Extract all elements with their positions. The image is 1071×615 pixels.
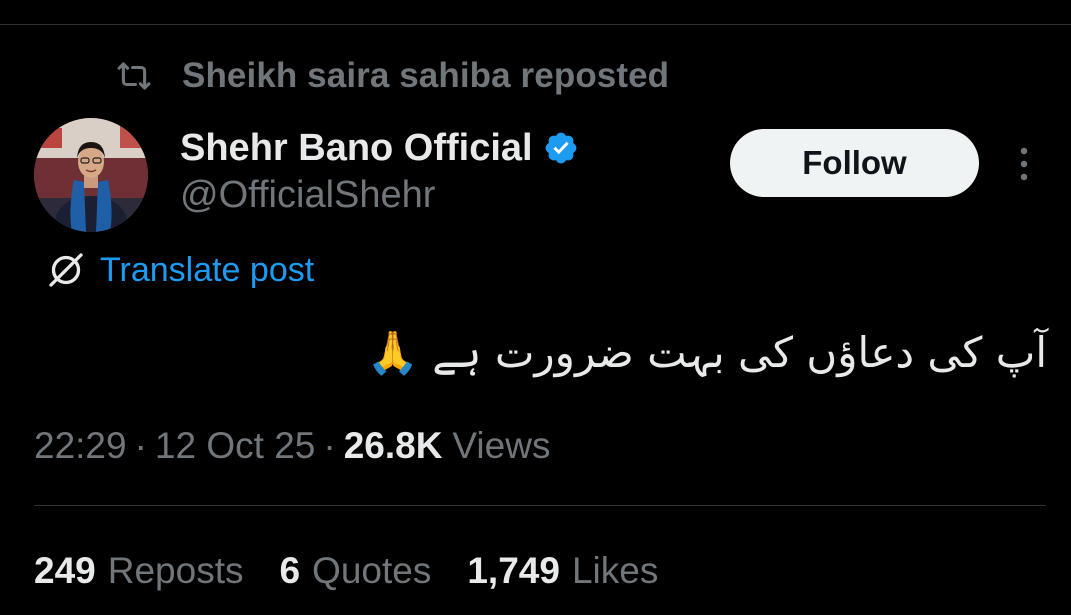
engagement-stats: 249 Reposts 6 Quotes 1,749 Likes [34,548,694,594]
likes-label: Likes [571,550,659,591]
reposts-count: 249 [34,550,96,591]
display-name[interactable]: Shehr Bano Official [180,127,533,170]
author-handle[interactable]: @OfficialShehr [180,174,435,217]
likes-count: 1,749 [467,550,560,591]
author-name-row[interactable]: Shehr Bano Official [180,124,579,172]
quotes-count: 6 [279,550,301,591]
reposts-label: Reposts [107,550,244,591]
repost-context-text[interactable]: Sheikh saira sahiba reposted [182,56,669,96]
repost-icon [116,59,152,93]
meta-separator: · [323,425,336,466]
meta-separator: · [134,425,147,466]
stat-quotes[interactable]: 6 Quotes [279,550,431,592]
post-meta: 22:29 · 12 Oct 25 · 26.8K Views [34,423,550,469]
views-count[interactable]: 26.8K [344,425,443,467]
avatar[interactable] [34,118,148,232]
stats-divider [34,505,1046,506]
views-label[interactable]: Views [452,425,550,467]
stat-reposts[interactable]: 249 Reposts [34,550,243,592]
translate-post-link[interactable]: Translate post [46,249,314,291]
repost-context[interactable]: Sheikh saira sahiba reposted [116,56,669,96]
stat-likes[interactable]: 1,749 Likes [467,550,658,592]
post-date[interactable]: 12 Oct 25 [155,425,315,467]
post-text: آپ کی دعاؤں کی بہت ضرورت ہے 🙏 [366,328,1047,377]
post-time[interactable]: 22:29 [34,425,127,467]
translate-post-label[interactable]: Translate post [100,251,314,290]
follow-button[interactable]: Follow [730,129,979,197]
quotes-label: Quotes [312,550,432,591]
verified-badge-icon[interactable] [543,130,579,166]
top-divider [0,24,1071,25]
translate-globe-icon [46,250,86,290]
more-options-icon[interactable] [1014,145,1034,185]
